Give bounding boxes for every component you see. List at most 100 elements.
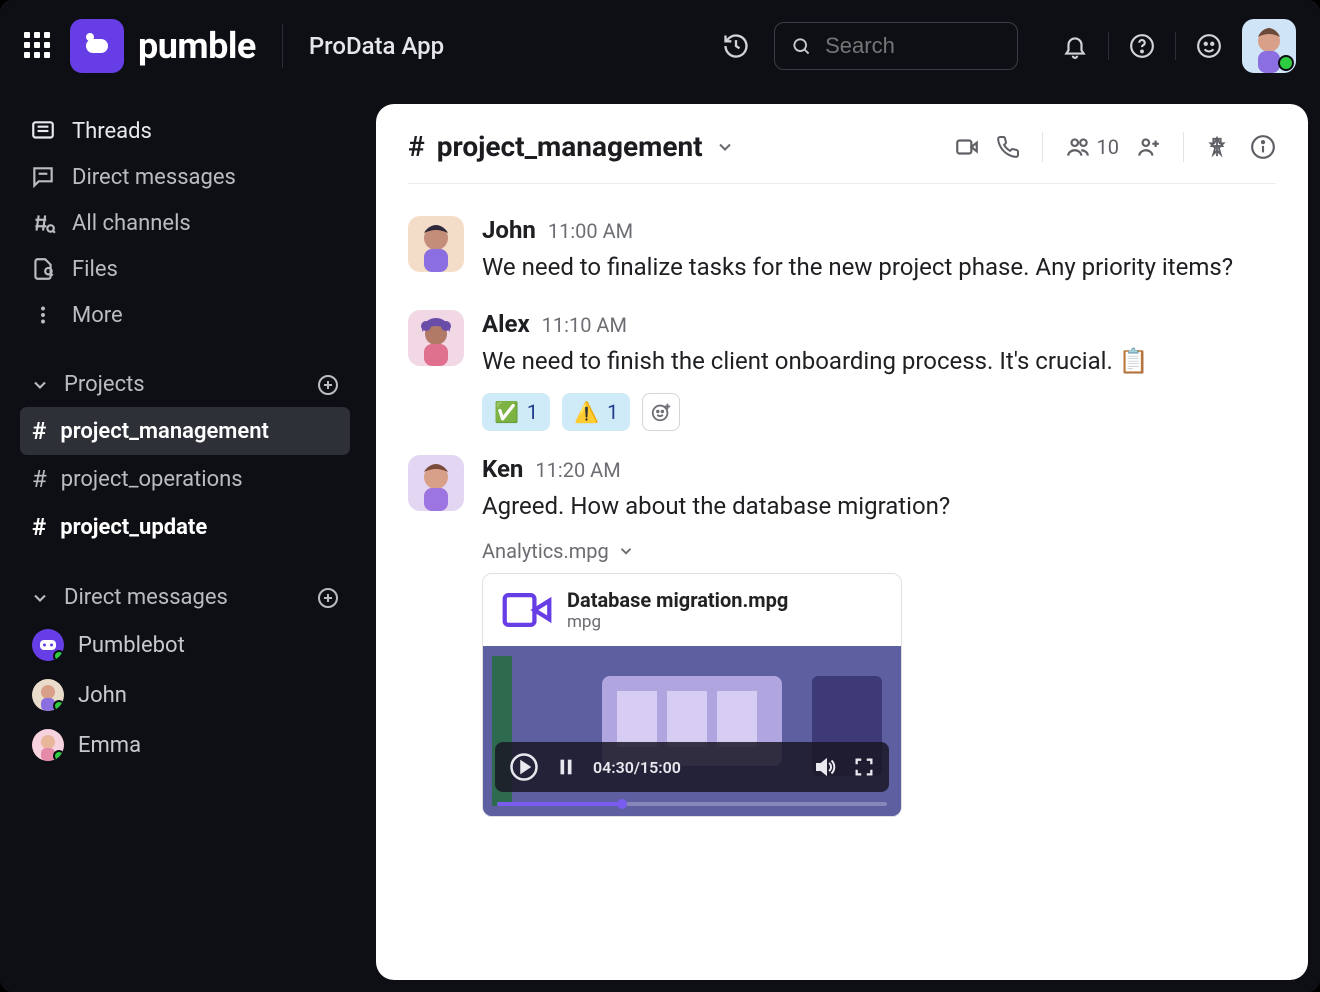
chevron-down-icon — [715, 137, 735, 157]
avatar[interactable] — [408, 455, 464, 511]
video-progress[interactable] — [497, 802, 887, 806]
file-type: mpg — [567, 612, 788, 632]
reaction-check[interactable]: ✅ 1 — [482, 393, 550, 431]
phone-call-icon[interactable] — [996, 135, 1020, 159]
attachment-header[interactable]: Analytics.mpg — [482, 539, 1276, 563]
sidebar-item-all-channels[interactable]: All channels — [20, 200, 350, 246]
reaction-emoji: ⚠️ — [574, 400, 599, 424]
channel-name: project_management — [437, 130, 703, 163]
reactions: ✅ 1 ⚠️ 1 — [482, 393, 1276, 431]
message: Alex 11:10 AM We need to finish the clie… — [408, 298, 1276, 442]
channel-project-operations[interactable]: # project_operations — [20, 455, 350, 503]
add-member-icon[interactable] — [1135, 134, 1161, 160]
sidebar-item-label: All channels — [72, 211, 191, 236]
message-time: 11:20 AM — [535, 458, 620, 482]
files-icon — [30, 256, 56, 282]
section-label: Projects — [64, 372, 145, 397]
file-card[interactable]: Database migration.mpg mpg — [482, 573, 902, 817]
video-call-icon[interactable] — [954, 134, 980, 160]
workspace-switcher[interactable]: ProData App — [309, 32, 444, 60]
search-icon — [791, 34, 811, 58]
reaction-emoji: ✅ — [494, 400, 519, 424]
video-time: 04:30/15:00 — [593, 758, 681, 777]
logo[interactable]: pumble — [70, 19, 256, 73]
channel-title[interactable]: # project_management — [408, 130, 735, 163]
presence-dot — [1278, 55, 1294, 71]
play-icon[interactable] — [509, 752, 539, 782]
reaction-count: 1 — [527, 400, 538, 424]
user-avatar[interactable] — [1242, 19, 1296, 73]
channel-label: project_operations — [61, 467, 243, 492]
pause-icon[interactable] — [555, 756, 577, 778]
message-author: John — [482, 216, 536, 244]
sidebar-item-direct-messages[interactable]: Direct messages — [20, 154, 350, 200]
reaction-count: 1 — [607, 400, 618, 424]
chevron-down-icon — [30, 375, 50, 395]
sidebar-item-threads[interactable]: Threads — [20, 108, 350, 154]
threads-icon — [30, 118, 56, 144]
sidebar-item-label: Direct messages — [72, 165, 236, 190]
video-controls: 04:30/15:00 — [495, 742, 889, 792]
members-count[interactable]: 10 — [1065, 134, 1119, 160]
hash-icon: # — [32, 465, 47, 493]
dm-john[interactable]: John — [20, 670, 350, 720]
search-box[interactable] — [774, 22, 1018, 70]
dm-emma[interactable]: Emma — [20, 720, 350, 770]
reaction-warning[interactable]: ⚠️ 1 — [562, 393, 630, 431]
divider — [408, 183, 1276, 184]
notifications-icon[interactable] — [1056, 27, 1094, 65]
file-title: Database migration.mpg — [567, 588, 788, 612]
video-preview[interactable]: 04:30/15:00 — [483, 646, 901, 816]
info-icon[interactable] — [1250, 134, 1276, 160]
presence-dot — [53, 650, 64, 661]
emoji-icon[interactable] — [1190, 27, 1228, 65]
fullscreen-icon[interactable] — [853, 756, 875, 778]
search-input[interactable] — [825, 33, 1001, 59]
section-direct-messages[interactable]: Direct messages — [20, 571, 350, 620]
attachment-name: Analytics.mpg — [482, 539, 609, 563]
dm-icon — [30, 164, 56, 190]
hash-icon: # — [408, 130, 425, 163]
logo-glyph — [70, 19, 124, 73]
all-channels-icon — [30, 210, 56, 236]
logo-text: pumble — [138, 25, 256, 67]
channel-header: # project_management 10 — [376, 104, 1308, 179]
section-label: Direct messages — [64, 585, 228, 610]
presence-dot — [53, 750, 64, 761]
channel-project-management[interactable]: # project_management — [20, 407, 350, 455]
dm-label: Emma — [78, 733, 141, 758]
message-text: Agreed. How about the database migration… — [482, 487, 1276, 525]
apps-grid-icon[interactable] — [24, 32, 52, 60]
help-icon[interactable] — [1123, 27, 1161, 65]
channel-project-update[interactable]: # project_update — [20, 503, 350, 551]
sidebar-item-label: Threads — [72, 119, 152, 144]
sidebar-item-more[interactable]: More — [20, 292, 350, 338]
divider — [1042, 132, 1043, 162]
main-panel: # project_management 10 — [376, 104, 1308, 980]
message-list: John 11:00 AM We need to finalize tasks … — [376, 194, 1308, 980]
file-info: Database migration.mpg mpg — [483, 574, 901, 646]
message-text: We need to finish the client onboarding … — [482, 342, 1276, 380]
divider — [1108, 32, 1109, 60]
add-circle-icon[interactable] — [316, 373, 340, 397]
add-reaction-button[interactable] — [642, 393, 680, 431]
message-text: We need to finalize tasks for the new pr… — [482, 248, 1276, 286]
divider — [1175, 32, 1176, 60]
topbar: pumble ProData App — [0, 0, 1320, 92]
presence-dot — [53, 700, 64, 711]
volume-icon[interactable] — [813, 755, 837, 779]
message-author: Alex — [482, 310, 530, 338]
add-circle-icon[interactable] — [316, 586, 340, 610]
sidebar-item-files[interactable]: Files — [20, 246, 350, 292]
dm-pumblebot[interactable]: Pumblebot — [20, 620, 350, 670]
history-icon[interactable] — [716, 26, 756, 66]
message: Ken 11:20 AM Agreed. How about the datab… — [408, 443, 1276, 829]
pin-icon[interactable] — [1206, 136, 1228, 158]
avatar[interactable] — [408, 216, 464, 272]
avatar — [32, 729, 64, 761]
avatar[interactable] — [408, 310, 464, 366]
pumble-mark-icon — [82, 31, 112, 61]
dm-label: Pumblebot — [78, 633, 185, 658]
message: John 11:00 AM We need to finalize tasks … — [408, 204, 1276, 298]
section-projects[interactable]: Projects — [20, 358, 350, 407]
